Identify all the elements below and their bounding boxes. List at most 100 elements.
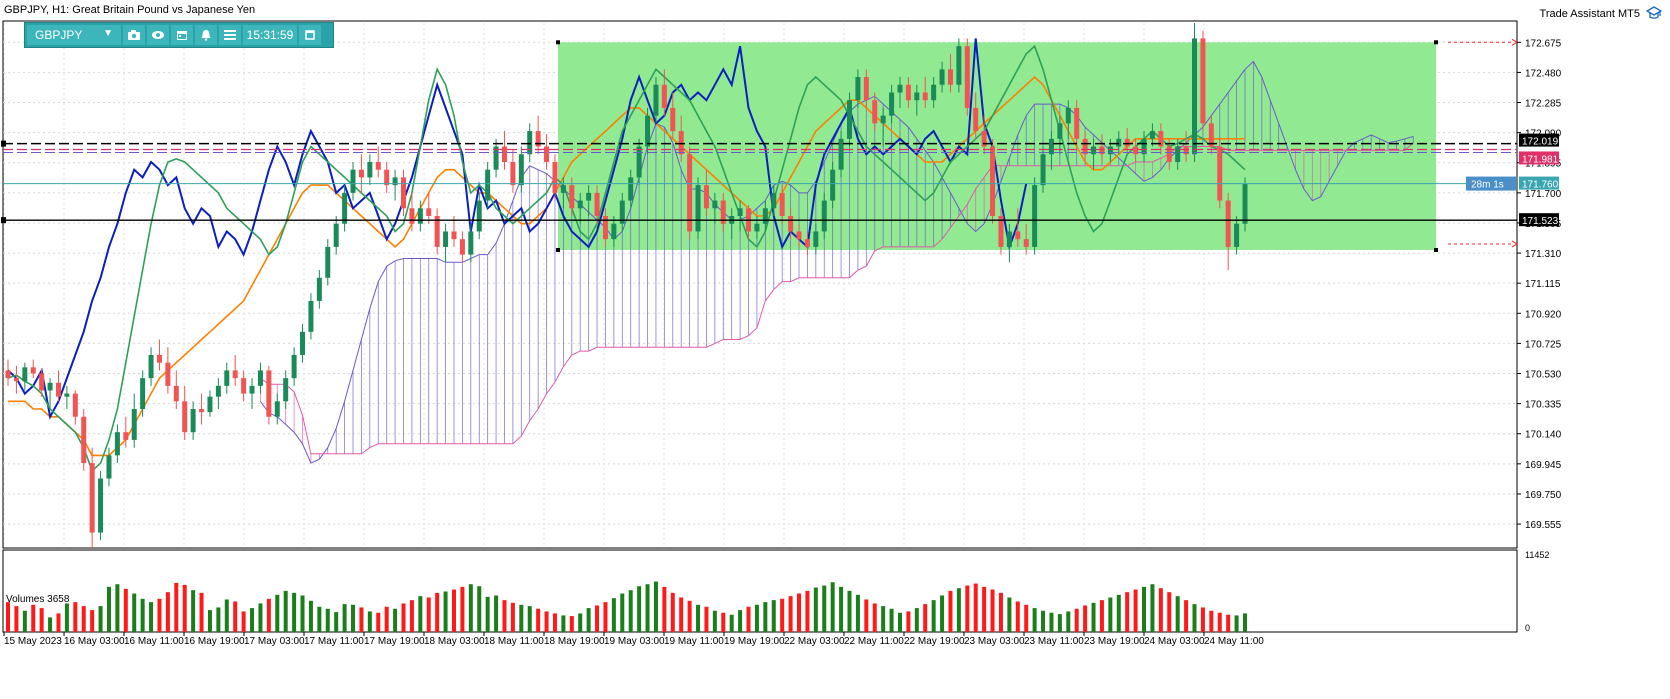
volume-bar [1074, 608, 1079, 632]
candle-body [123, 432, 129, 440]
volume-bar [56, 613, 61, 632]
zone-corner-handle [556, 40, 560, 45]
time-tick-label: 17 May 19:00 [364, 636, 425, 647]
volume-bar [738, 610, 743, 632]
volume-bar [64, 603, 69, 632]
volume-bar [477, 586, 482, 632]
volume-bar [123, 588, 128, 632]
volume-bar [628, 590, 633, 632]
candle-body [897, 84, 903, 93]
volume-bar [199, 592, 204, 632]
candle-body [199, 409, 205, 413]
candle-body [190, 409, 196, 433]
volume-bar [182, 584, 187, 632]
volume-bar [98, 606, 103, 632]
volume-bar [308, 600, 313, 632]
volume-bar [485, 596, 490, 632]
volume-bar [216, 607, 221, 632]
candle-body [1015, 231, 1021, 240]
candle-body [1217, 146, 1223, 201]
candle-body [333, 223, 339, 247]
volume-bar [460, 586, 465, 632]
price-tag-red: 171.981 [1522, 154, 1559, 165]
candle-body [645, 115, 651, 147]
candle-body [173, 385, 179, 402]
candle-body [443, 231, 449, 247]
time-tick-label: 22 May 11:00 [844, 636, 904, 647]
window-icon [305, 30, 315, 40]
graduation-cap-icon[interactable] [1646, 6, 1662, 20]
volume-bar [451, 589, 456, 632]
candle-body [342, 192, 348, 224]
candle-body [13, 378, 19, 382]
volume-bar [1217, 612, 1222, 632]
chart-area[interactable]: 172.675172.480172.285172.090171.895171.7… [0, 0, 1670, 694]
calendar-icon [177, 31, 187, 40]
candle-body [670, 107, 676, 132]
menu-button[interactable] [219, 25, 241, 45]
eye-button[interactable] [147, 25, 169, 45]
volume-bar [662, 586, 667, 632]
volume-bar [283, 590, 288, 632]
server-time: 15:31:59 [243, 25, 297, 45]
volume-bar [1167, 592, 1172, 632]
candle-body [1107, 146, 1113, 155]
candle-body [880, 115, 886, 124]
zone-corner-handle [1434, 247, 1438, 252]
candle-body [215, 385, 221, 397]
volume-bar [948, 590, 953, 632]
volume-bar [1192, 604, 1197, 632]
volume-bar [889, 608, 894, 632]
volume-bar [855, 594, 860, 632]
window-button[interactable] [299, 25, 321, 45]
volume-bar [140, 598, 145, 632]
symbol-selector[interactable]: GBPJPY ▼ [27, 25, 121, 45]
candle-body [754, 223, 760, 232]
volume-bar [1066, 611, 1071, 632]
volume-bar [149, 602, 154, 632]
time-tick-label: 18 May 19:00 [544, 636, 605, 647]
camera-icon [128, 30, 140, 40]
volume-bar [965, 585, 970, 632]
volume-bar [1209, 610, 1214, 632]
volume-bar [1024, 604, 1029, 632]
menu-icon [224, 30, 236, 40]
volume-bar [754, 604, 759, 632]
candle-body [468, 231, 474, 255]
price-tick-label: 171.115 [1525, 279, 1561, 290]
candle-body [964, 46, 970, 108]
candle-body [308, 300, 314, 332]
candle-body [1057, 123, 1063, 139]
volume-bar [771, 600, 776, 632]
volume-bar [696, 604, 701, 632]
candle-timer: 28m 1s [1471, 180, 1504, 191]
camera-button[interactable] [123, 25, 145, 45]
volume-bar [603, 602, 608, 632]
volume-bar [746, 606, 751, 632]
candle-body [905, 84, 911, 101]
trade-assistant-label: Trade Assistant MT5 [1539, 8, 1640, 20]
candle-body [1133, 146, 1139, 155]
candle-body [89, 463, 95, 533]
candle-body [872, 100, 878, 124]
volume-bar [266, 598, 271, 632]
volume-bar [367, 611, 372, 632]
time-tick-label: 19 May 11:00 [664, 636, 724, 647]
volume-bar [914, 608, 919, 632]
candle-body [325, 246, 331, 278]
candle-body [636, 146, 642, 178]
volume-bar [468, 584, 473, 632]
volume-bar [317, 606, 322, 632]
volume-bar [923, 604, 928, 632]
volume-bar [1200, 607, 1205, 632]
volume-bar [906, 611, 911, 632]
volume-bar [721, 612, 726, 632]
calendar-button[interactable] [171, 25, 193, 45]
price-chart-svg[interactable]: 172.675172.480172.285172.090171.895171.7… [0, 0, 1670, 694]
volume-bar [552, 613, 557, 632]
volume-bar [1234, 615, 1239, 632]
time-tick-label: 15 May 2023 [4, 636, 62, 647]
alarm-button[interactable] [195, 25, 217, 45]
candle-body [1192, 38, 1198, 155]
candle-body [788, 216, 794, 232]
